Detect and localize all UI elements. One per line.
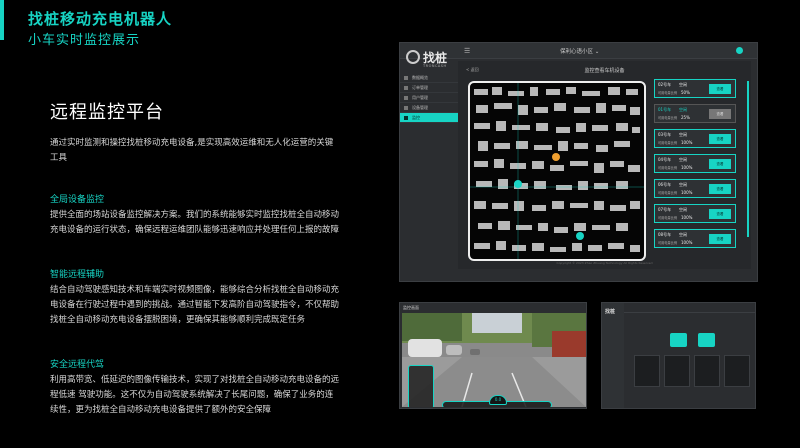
menu-icon[interactable]: ☰: [464, 47, 470, 55]
feature-global-monitoring: 全局设备监控 提供全面的场站设备监控解决方案。我们的系统能够实时监控找桩全自动移…: [50, 192, 340, 238]
header-title: 找桩移动充电机器人: [28, 10, 173, 28]
vehicle-status: 空闲: [679, 107, 687, 112]
vehicle-id: 04号车: [658, 157, 672, 162]
battery-value: 100%: [681, 240, 693, 245]
camera-title: 监控画面: [403, 305, 419, 310]
battery-value: 100%: [681, 215, 693, 220]
vehicle-status: 空闲: [679, 82, 687, 87]
vehicle-status: 空闲: [679, 232, 687, 237]
vehicle-id: 06号车: [658, 182, 672, 187]
camera-monitor: 监控画面 0.0: [399, 302, 587, 409]
device-card[interactable]: [664, 355, 690, 387]
feature-text: 提供全面的场站设备监控解决方案。我们的系统能够实时监控找桩全自动移动充电设备的运…: [50, 210, 340, 235]
view-button[interactable]: 查看: [709, 84, 731, 94]
camera-feed: 0.0: [402, 313, 586, 407]
vehicle-status: 空闲: [679, 207, 687, 212]
section-title: 远程监控平台: [50, 102, 164, 123]
battery-value: 25%: [681, 115, 690, 120]
vehicle-card[interactable]: 08号车 空闲 可用电量比例 100% 查看: [654, 229, 736, 248]
battery-value: 100%: [681, 140, 693, 145]
battery-value: 100%: [681, 165, 693, 170]
status-indicator: [736, 47, 743, 54]
vehicle-id: 08号车: [658, 232, 672, 237]
device-card[interactable]: [694, 355, 720, 387]
sidebar-item-users[interactable]: 用户管理: [400, 93, 458, 103]
dashboard-main: < 返回 监控查看车机设备 02号车 空闲 可用电量比例 50% 查看 01号车…: [458, 61, 751, 269]
battery-label: 可用电量比例: [658, 191, 678, 195]
vehicle-marker[interactable]: [514, 180, 522, 188]
device-card[interactable]: [724, 355, 750, 387]
battery-label: 可用电量比例: [658, 91, 678, 95]
vehicle-card[interactable]: 04号车 空闲 可用电量比例 100% 查看: [654, 154, 736, 173]
vehicle-id: 02号车: [658, 82, 672, 87]
vehicle-status: 空闲: [679, 132, 687, 137]
view-button[interactable]: 查看: [709, 234, 731, 244]
feature-remote-assist: 智能远程辅助 结合自动驾驶感知技术和车端实时视频图像，能够综合分析找桩全自动移动…: [50, 267, 340, 328]
device-card[interactable]: [634, 355, 660, 387]
battery-label: 可用电量比例: [658, 116, 678, 120]
logo-text: 找桩: [605, 309, 616, 315]
sidebar-item-monitor[interactable]: 监控: [400, 113, 458, 123]
dashboard-sidebar: 数据概览 订单管理 用户管理 设备管理 监控: [400, 73, 458, 123]
view-button[interactable]: 查看: [709, 159, 731, 169]
feature-text: 结合自动驾驶感知技术和车端实时视频图像，能够综合分析找桩全自动移动充电设备在行驶…: [50, 285, 340, 325]
monitor-dashboard: ☰ 保利心语小区 ⌄ 找桩 TRONCASH 数据概览 订单管理 用户管理 设备…: [399, 42, 758, 282]
vehicle-card[interactable]: 01号车 空闲 可用电量比例 25% 查看: [654, 104, 736, 123]
feature-title: 智能远程辅助: [50, 270, 105, 280]
dashboard-topbar: ☰ 保利心语小区 ⌄: [400, 43, 757, 59]
vehicle-id: 03号车: [658, 132, 672, 137]
vehicle-list-scrollbar[interactable]: [747, 81, 749, 237]
vehicle-marker[interactable]: [576, 232, 584, 240]
feature-text: 利用高带宽、低延迟的图像传输技术，实现了对找桩全自动移动充电设备的远程低速 驾驶…: [50, 375, 340, 415]
sidebar-item-orders[interactable]: 订单管理: [400, 83, 458, 93]
battery-label: 可用电量比例: [658, 241, 678, 245]
vehicle-status: 空闲: [679, 157, 687, 162]
sidebar-item-devices[interactable]: 设备管理: [400, 103, 458, 113]
feature-title: 全局设备监控: [50, 195, 105, 205]
device-tile[interactable]: [670, 333, 687, 347]
battery-label: 可用电量比例: [658, 166, 678, 170]
map-graphic: [470, 83, 644, 259]
battery-value: 100%: [681, 190, 693, 195]
vehicle-id: 07号车: [658, 207, 672, 212]
vehicle-status-panel: [408, 365, 434, 407]
battery-label: 可用电量比例: [658, 141, 678, 145]
header-subtitle: 小车实时监控展示: [28, 33, 141, 48]
feature-title: 安全远程代驾: [50, 360, 105, 370]
vehicle-id: 01号车: [658, 107, 672, 112]
map-title: 监控查看车机设备: [584, 68, 625, 74]
dashboard-sidebar: 找桩: [602, 303, 624, 408]
vehicle-marker[interactable]: [552, 153, 560, 161]
sidebar-item-overview[interactable]: 数据概览: [400, 73, 458, 83]
copyright: Copyright © 2023 Zhao Zhuang Technology …: [556, 261, 653, 265]
section-intro: 通过实时监测和操控找桩移动充电设备,是实现高效运维和无人化运营的关键工具: [50, 138, 334, 163]
device-tile[interactable]: [698, 333, 715, 347]
location-selector[interactable]: 保利心语小区 ⌄: [560, 47, 599, 55]
logo-icon: [406, 50, 420, 64]
vehicle-card[interactable]: 07号车 空闲 可用电量比例 100% 查看: [654, 204, 736, 223]
vehicle-card[interactable]: 03号车 空闲 可用电量比例 100% 查看: [654, 129, 736, 148]
view-button[interactable]: 查看: [709, 109, 731, 119]
logo-subtext: TRONCASH: [423, 64, 447, 68]
accent-bar: [0, 0, 4, 40]
city-map[interactable]: [468, 81, 646, 261]
vehicle-list: 02号车 空闲 可用电量比例 50% 查看 01号车 空闲 可用电量比例 25%…: [654, 79, 736, 254]
device-dashboard: 找桩: [601, 302, 756, 409]
dashboard-topbar: [624, 303, 755, 313]
vehicle-card[interactable]: 02号车 空闲 可用电量比例 50% 查看: [654, 79, 736, 98]
view-button[interactable]: 查看: [709, 134, 731, 144]
view-button[interactable]: 查看: [709, 209, 731, 219]
battery-value: 50%: [681, 90, 690, 95]
battery-label: 可用电量比例: [658, 216, 678, 220]
vehicle-status: 空闲: [679, 182, 687, 187]
view-button[interactable]: 查看: [709, 184, 731, 194]
vehicle-card[interactable]: 06号车 空闲 可用电量比例 100% 查看: [654, 179, 736, 198]
feature-remote-driving: 安全远程代驾 利用高带宽、低延迟的图像传输技术，实现了对找桩全自动移动充电设备的…: [50, 357, 340, 418]
speed-gauge: 0.0: [489, 395, 507, 405]
